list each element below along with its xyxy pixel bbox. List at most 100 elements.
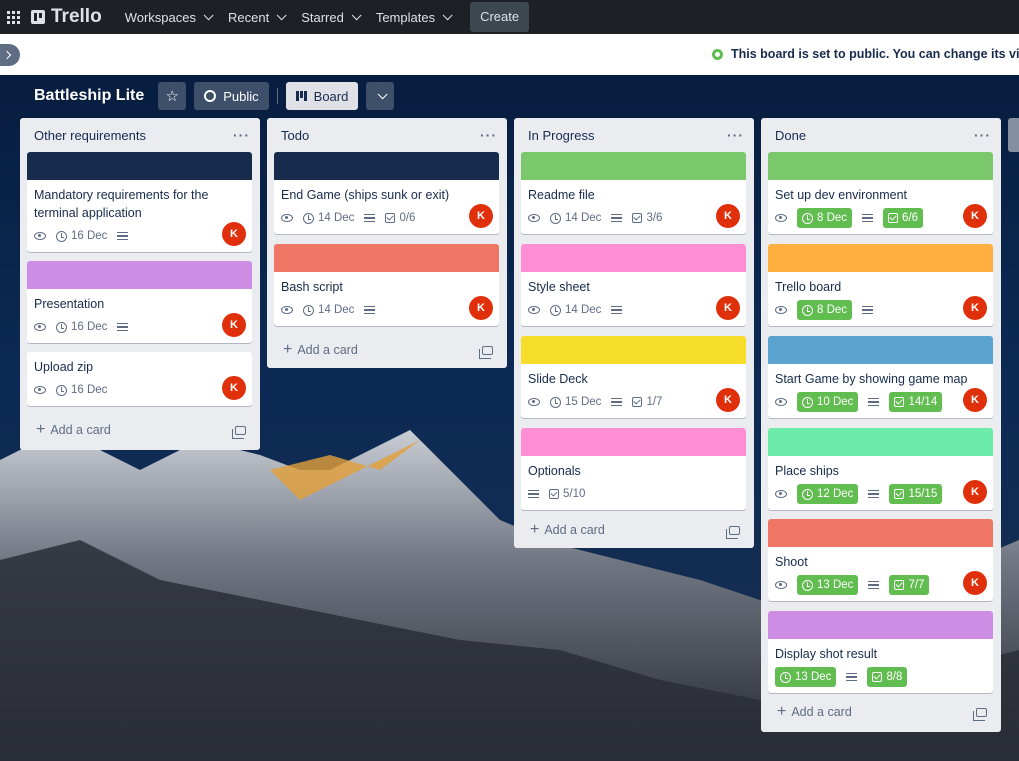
card[interactable]: Slide Deck 15 Dec 1/7 K — [521, 336, 746, 418]
nav-workspaces[interactable]: Workspaces — [116, 1, 219, 33]
card[interactable]: Bash script 14 Dec K — [274, 244, 499, 326]
brand-name: Trello — [51, 6, 102, 27]
nav-recent[interactable]: Recent — [219, 1, 292, 33]
member-avatar[interactable]: K — [222, 222, 246, 246]
card[interactable]: Display shot result 13 Dec 8/8 — [768, 611, 993, 693]
list-header[interactable]: Todo ··· — [267, 118, 507, 152]
app-switcher-icon[interactable] — [0, 0, 26, 34]
member-avatar[interactable]: K — [716, 388, 740, 412]
sidebar-expand-icon[interactable] — [0, 44, 20, 66]
due-date-badge[interactable]: 13 Dec — [797, 575, 859, 595]
due-date-badge[interactable]: 14 Dec — [303, 212, 354, 224]
card-body: Start Game by showing game map 10 Dec 14/1… — [768, 364, 993, 418]
card[interactable]: Mandatory requirements for the terminal … — [27, 152, 252, 252]
due-date-badge[interactable]: 8 Dec — [797, 208, 853, 228]
card[interactable]: Shoot 13 Dec 7/7 K — [768, 519, 993, 601]
checklist-badge: 0/6 — [385, 212, 415, 224]
clock-icon — [550, 396, 561, 408]
checklist-badge: 1/7 — [632, 396, 662, 408]
create-from-template-icon[interactable] — [479, 345, 493, 359]
list-title[interactable]: In Progress — [528, 128, 594, 143]
more-options-icon[interactable]: ··· — [233, 127, 250, 143]
add-card-label-wrap: + Add a card — [777, 703, 852, 721]
card[interactable]: Presentation 16 Dec K — [27, 261, 252, 343]
due-date-badge[interactable]: 10 Dec — [797, 392, 859, 412]
due-date-badge[interactable]: 16 Dec — [56, 230, 107, 242]
board-view-icon — [295, 91, 307, 101]
visibility-button[interactable]: Public — [194, 82, 269, 110]
card[interactable]: Style sheet 14 Dec K — [521, 244, 746, 326]
description-icon — [868, 580, 880, 590]
due-date-badge[interactable]: 15 Dec — [550, 396, 601, 408]
board-title[interactable]: Battleship Lite — [34, 87, 144, 105]
card-body: Presentation 16 Dec K — [27, 289, 252, 343]
view-switcher-button[interactable] — [366, 82, 395, 110]
member-avatar[interactable]: K — [222, 376, 246, 400]
card[interactable]: End Game (ships sunk or exit) 14 Dec 0/6 K — [274, 152, 499, 234]
member-avatar[interactable]: K — [963, 480, 987, 504]
due-date-badge[interactable]: 12 Dec — [797, 484, 859, 504]
add-card-button[interactable]: + Add a card — [20, 416, 260, 444]
nav-starred[interactable]: Starred — [292, 1, 367, 33]
list-title[interactable]: Todo — [281, 128, 309, 143]
create-from-template-icon[interactable] — [973, 707, 987, 721]
card[interactable]: Trello board 8 Dec K — [768, 244, 993, 326]
list-title[interactable]: Other requirements — [34, 128, 146, 143]
member-avatar[interactable]: K — [963, 388, 987, 412]
card-title: Presentation — [34, 297, 105, 311]
card-title: Optionals — [528, 464, 581, 478]
due-date-badge[interactable]: 14 Dec — [550, 304, 601, 316]
card-badges: 14 Dec 0/6 — [281, 208, 492, 228]
more-options-icon[interactable]: ··· — [727, 127, 744, 143]
card[interactable]: Set up dev environment 8 Dec 6/6 K — [768, 152, 993, 234]
star-board-button[interactable]: ☆ — [158, 82, 187, 110]
member-avatar[interactable]: K — [716, 296, 740, 320]
member-avatar[interactable]: K — [963, 296, 987, 320]
create-from-template-icon[interactable] — [232, 425, 246, 439]
create-button[interactable]: Create — [470, 2, 530, 32]
member-avatar[interactable]: K — [963, 204, 987, 228]
card[interactable]: Start Game by showing game map 10 Dec 14/1… — [768, 336, 993, 418]
card[interactable]: Optionals 5/10 — [521, 428, 746, 510]
add-card-button[interactable]: + Add a card — [267, 336, 507, 364]
clock-icon — [802, 212, 813, 224]
member-avatar[interactable]: K — [963, 571, 987, 595]
card-cover — [768, 611, 993, 639]
list-title[interactable]: Done — [775, 128, 806, 143]
more-options-icon[interactable]: ··· — [480, 127, 497, 143]
more-options-icon[interactable]: ··· — [974, 127, 991, 143]
list-header[interactable]: Done ··· — [761, 118, 1001, 152]
create-from-template-icon[interactable] — [726, 525, 740, 539]
list-header[interactable]: Other requirements ··· — [20, 118, 260, 152]
next-list-peek[interactable] — [1008, 118, 1019, 152]
card[interactable]: Place ships 12 Dec 15/15 K — [768, 428, 993, 510]
checklist-count: 8/8 — [886, 671, 903, 683]
trello-logo[interactable]: Trello — [31, 6, 102, 28]
member-avatar[interactable]: K — [469, 296, 493, 320]
nav-templates[interactable]: Templates — [367, 1, 458, 33]
due-date-badge[interactable]: 16 Dec — [56, 384, 107, 396]
checklist-count: 7/7 — [908, 579, 925, 591]
card[interactable]: Upload zip 16 Dec K — [27, 352, 252, 406]
member-avatar[interactable]: K — [222, 313, 246, 337]
due-date-badge[interactable]: 14 Dec — [303, 304, 354, 316]
add-card-label-wrap: + Add a card — [36, 421, 111, 439]
due-date-badge[interactable]: 8 Dec — [797, 300, 853, 320]
add-card-button[interactable]: + Add a card — [514, 516, 754, 544]
clock-icon — [56, 384, 67, 396]
add-card-button[interactable]: + Add a card — [761, 698, 1001, 726]
board-view-button[interactable]: Board — [285, 82, 359, 110]
due-date-badge[interactable]: 14 Dec — [550, 212, 601, 224]
card-title: Mandatory requirements for the terminal … — [34, 188, 209, 220]
card[interactable]: Readme file 14 Dec 3/6 K — [521, 152, 746, 234]
due-date-badge[interactable]: 13 Dec — [775, 667, 837, 687]
list-todo: Todo ··· End Game (ships sunk or exit) 14 D… — [267, 118, 507, 368]
member-avatar[interactable]: K — [716, 204, 740, 228]
card-title: Readme file — [528, 188, 595, 202]
globe-icon — [712, 48, 723, 60]
checklist-badge: 7/7 — [889, 575, 930, 595]
member-avatar[interactable]: K — [469, 204, 493, 228]
due-date-badge[interactable]: 16 Dec — [56, 321, 107, 333]
list-header[interactable]: In Progress ··· — [514, 118, 754, 152]
card-cover — [274, 244, 499, 272]
